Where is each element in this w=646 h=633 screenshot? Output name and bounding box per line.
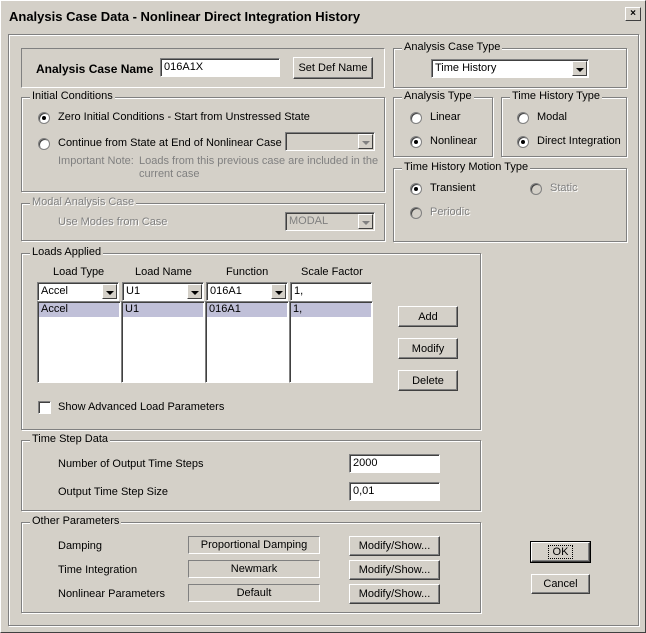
time-step-data-title: Time Step Data — [30, 433, 111, 445]
nonlinear-modify-show-button[interactable]: Modify/Show... — [349, 584, 440, 604]
zero-initial-radio[interactable] — [38, 112, 50, 124]
periodic-label: Periodic — [430, 206, 470, 218]
time-history-type-title: Time History Type — [510, 90, 603, 102]
nonlinear-parameters-label: Nonlinear Parameters — [58, 588, 165, 600]
scale-factor-input[interactable]: 1, — [290, 282, 372, 301]
scale-factor-column[interactable]: 1, — [289, 301, 373, 383]
header-scale-factor: Scale Factor — [301, 266, 363, 278]
close-icon[interactable]: × — [625, 7, 641, 21]
load-type-column[interactable]: Accel — [37, 301, 121, 383]
load-name-column[interactable]: U1 — [121, 301, 205, 383]
zero-initial-label: Zero Initial Conditions - Start from Uns… — [58, 111, 310, 123]
important-note-label: Important Note: — [58, 155, 134, 167]
modal-analysis-case-title: Modal Analysis Case — [30, 196, 137, 208]
static-radio — [530, 183, 542, 195]
time-history-type-group: Time History Type — [501, 90, 627, 157]
damping-value: Proportional Damping — [188, 536, 320, 554]
nonlinear-label: Nonlinear — [430, 135, 478, 147]
case-name-input[interactable]: 016A1X — [160, 58, 280, 77]
time-integration-label: Time Integration — [58, 564, 138, 576]
load-name-dropdown[interactable]: U1 — [122, 282, 204, 301]
modal-case-dropdown: MODAL — [285, 212, 375, 231]
chevron-down-icon[interactable] — [572, 61, 587, 76]
header-function: Function — [226, 266, 269, 278]
damping-modify-show-button[interactable]: Modify/Show... — [349, 536, 440, 556]
modal-radio[interactable] — [517, 112, 529, 124]
transient-label: Transient — [430, 182, 476, 194]
time-integration-value: Newmark — [188, 560, 320, 578]
num-steps-input[interactable]: 2000 — [349, 454, 440, 473]
load-type-dropdown[interactable]: Accel — [37, 282, 119, 301]
set-def-name-button[interactable]: Set Def Name — [293, 57, 373, 79]
case-name-label: Analysis Case Name — [36, 62, 154, 76]
delete-button[interactable]: Delete — [398, 370, 458, 391]
title-bar[interactable]: Analysis Case Data - Nonlinear Direct In… — [3, 3, 643, 31]
important-note-line2: current case — [139, 168, 200, 180]
modal-label: Modal — [537, 111, 567, 123]
table-row[interactable]: 016A1 — [207, 303, 287, 317]
table-row[interactable]: Accel — [39, 303, 119, 317]
chevron-down-icon[interactable] — [187, 284, 202, 299]
header-load-name: Load Name — [135, 266, 192, 278]
chevron-down-icon — [358, 134, 373, 149]
table-row[interactable]: 1, — [291, 303, 371, 317]
function-value: 016A1 — [210, 285, 242, 297]
transient-radio[interactable] — [410, 183, 422, 195]
chevron-down-icon — [358, 214, 373, 229]
motion-type-title: Time History Motion Type — [402, 161, 531, 173]
continue-case-dropdown — [285, 132, 375, 151]
ok-button[interactable]: OK — [530, 541, 591, 563]
analysis-case-type-title: Analysis Case Type — [402, 41, 503, 53]
num-steps-label: Number of Output Time Steps — [58, 458, 204, 470]
important-note-line1: Loads from this previous case are includ… — [139, 155, 379, 167]
dialog-window: Analysis Case Data - Nonlinear Direct In… — [0, 0, 646, 633]
nonlinear-radio[interactable] — [410, 136, 422, 148]
ok-button-label: OK — [547, 545, 574, 559]
add-button[interactable]: Add — [398, 306, 458, 327]
nonlinear-parameters-value: Default — [188, 584, 320, 602]
damping-label: Damping — [58, 540, 103, 552]
static-label: Static — [550, 182, 578, 194]
load-name-value: U1 — [126, 285, 141, 297]
analysis-case-type-dropdown[interactable]: Time History — [431, 59, 589, 78]
direct-integration-radio[interactable] — [517, 136, 529, 148]
time-integration-modify-show-button[interactable]: Modify/Show... — [349, 560, 440, 580]
modal-case-value: MODAL — [289, 215, 329, 227]
analysis-type-group: Analysis Type — [393, 90, 493, 157]
show-advanced-label: Show Advanced Load Parameters — [58, 401, 225, 413]
linear-radio[interactable] — [410, 112, 422, 124]
analysis-type-title: Analysis Type — [402, 90, 474, 102]
function-dropdown[interactable]: 016A1 — [206, 282, 288, 301]
initial-conditions-title: Initial Conditions — [30, 90, 115, 102]
linear-label: Linear — [430, 111, 461, 123]
step-size-input[interactable]: 0,01 — [349, 482, 440, 501]
chevron-down-icon[interactable] — [102, 284, 117, 299]
load-type-value: Accel — [41, 285, 68, 297]
chevron-down-icon[interactable] — [271, 284, 286, 299]
analysis-case-type-value: Time History — [435, 62, 497, 74]
header-load-type: Load Type — [53, 266, 105, 278]
periodic-radio — [410, 207, 422, 219]
direct-integration-label: Direct Integration — [537, 135, 621, 147]
cancel-button[interactable]: Cancel — [531, 574, 590, 594]
use-modes-label: Use Modes from Case — [58, 216, 168, 228]
loads-applied-title: Loads Applied — [30, 246, 104, 258]
window-title: Analysis Case Data - Nonlinear Direct In… — [9, 9, 361, 24]
continue-state-radio[interactable] — [38, 138, 50, 150]
show-advanced-checkbox[interactable] — [38, 401, 51, 414]
continue-state-label: Continue from State at End of Nonlinear … — [58, 137, 282, 149]
motion-type-group: Time History Motion Type — [393, 161, 627, 242]
table-row[interactable]: U1 — [123, 303, 203, 317]
other-parameters-title: Other Parameters — [30, 515, 122, 527]
function-column[interactable]: 016A1 — [205, 301, 289, 383]
modify-button[interactable]: Modify — [398, 338, 458, 359]
step-size-label: Output Time Step Size — [58, 486, 169, 498]
